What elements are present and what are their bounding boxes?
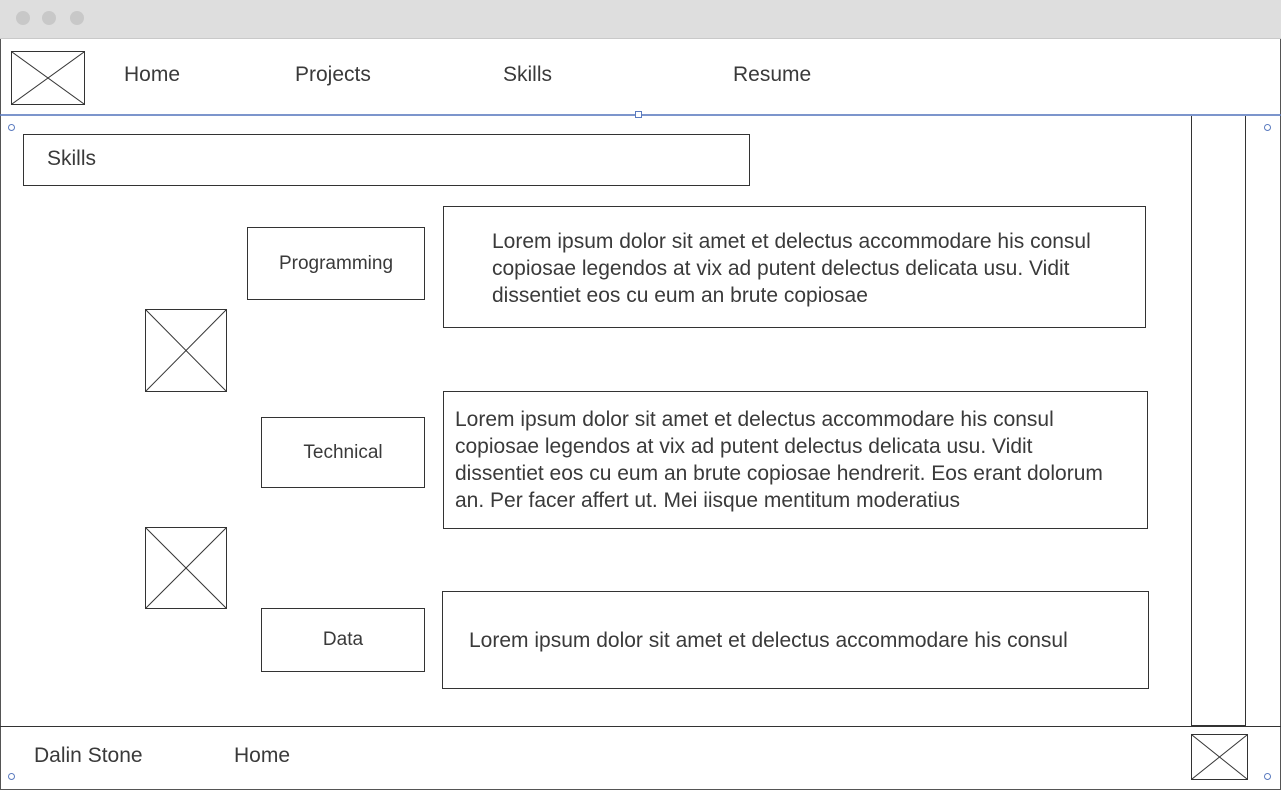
vertical-scrollbar[interactable] xyxy=(1191,116,1246,726)
skill-description-programming: Lorem ipsum dolor sit amet et delectus a… xyxy=(443,206,1146,328)
image-placeholder-icon xyxy=(146,528,226,608)
footer-divider xyxy=(0,726,1281,727)
skill-image-placeholder xyxy=(145,309,227,392)
nav-home-link[interactable]: Home xyxy=(124,63,180,87)
selection-handle[interactable] xyxy=(8,124,15,131)
skill-description-technical: Lorem ipsum dolor sit amet et delectus a… xyxy=(443,391,1148,529)
maximize-window-button[interactable] xyxy=(70,11,84,25)
selection-handle[interactable] xyxy=(8,773,15,780)
footer-home-link[interactable]: Home xyxy=(234,744,290,768)
footer-image-placeholder xyxy=(1191,734,1248,780)
logo-image-placeholder[interactable] xyxy=(11,51,85,105)
selection-handle[interactable] xyxy=(1264,773,1271,780)
nav-resume-link[interactable]: Resume xyxy=(733,63,811,87)
skill-description-data: Lorem ipsum dolor sit amet et delectus a… xyxy=(442,591,1149,689)
image-placeholder-icon xyxy=(146,310,226,391)
skill-label-programming[interactable]: Programming xyxy=(247,227,425,300)
skill-label-data[interactable]: Data xyxy=(261,608,425,672)
minimize-window-button[interactable] xyxy=(42,11,56,25)
selection-handle[interactable] xyxy=(1264,124,1271,131)
nav-skills-link[interactable]: Skills xyxy=(503,63,552,87)
image-placeholder-icon xyxy=(1192,735,1247,779)
skill-image-placeholder xyxy=(145,527,227,609)
selection-handle[interactable] xyxy=(635,111,642,118)
window-titlebar xyxy=(0,0,1281,39)
section-title: Skills xyxy=(23,134,750,186)
footer-name: Dalin Stone xyxy=(34,744,143,767)
skill-label-technical[interactable]: Technical xyxy=(261,417,425,488)
close-window-button[interactable] xyxy=(16,11,30,25)
image-placeholder-icon xyxy=(12,52,84,104)
nav-projects-link[interactable]: Projects xyxy=(295,63,371,87)
